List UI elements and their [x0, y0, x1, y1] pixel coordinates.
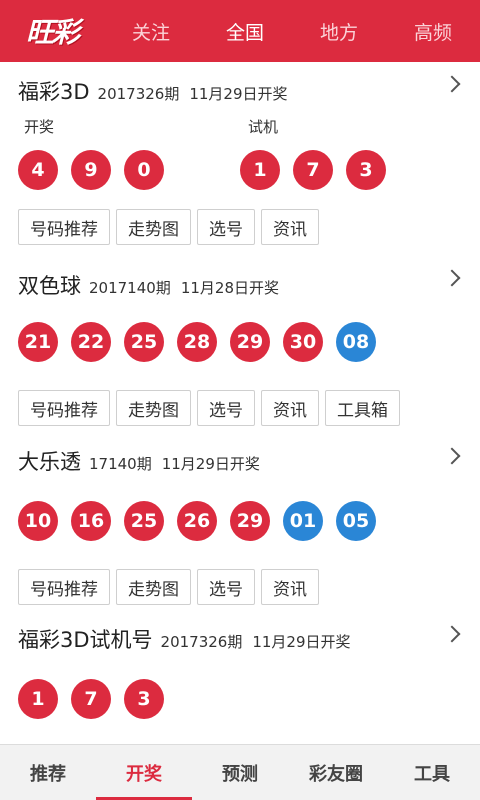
lottery-section-fc3d: 福彩3D 2017326期 11月29日开奖 开奖 试机 4 9 0 1 7 3… [0, 62, 480, 256]
red-ball: 25 [124, 322, 164, 362]
red-ball: 16 [71, 501, 111, 541]
issue-number: 17140期 [89, 455, 152, 473]
red-ball: 1 [18, 679, 58, 719]
chevron-right-icon[interactable] [443, 269, 461, 287]
issue-number: 2017326期 [160, 633, 243, 651]
lottery-name: 福彩3D [18, 80, 90, 104]
bottom-tab-recommend[interactable]: 推荐 [0, 745, 96, 800]
sub-labels: 开奖 试机 [18, 116, 480, 142]
red-ball: 25 [124, 501, 164, 541]
trend-chart-button[interactable]: 走势图 [116, 390, 191, 426]
number-recommend-button[interactable]: 号码推荐 [18, 390, 110, 426]
red-ball: 0 [124, 150, 164, 190]
blue-ball: 08 [336, 322, 376, 362]
section-header[interactable]: 双色球 2017140期 11月28日开奖 [18, 256, 480, 310]
tab-follow[interactable]: 关注 [132, 18, 170, 45]
lottery-name: 双色球 [18, 274, 81, 298]
blue-ball: 05 [336, 501, 376, 541]
action-buttons: 号码推荐 走势图 选号 资讯 [18, 198, 480, 256]
lottery-section-dlt: 大乐透 17140期 11月29日开奖 10 16 25 26 29 01 05… [0, 442, 480, 618]
red-ball: 9 [71, 150, 111, 190]
trial-ball: 3 [346, 150, 386, 190]
lottery-name: 福彩3D试机号 [18, 628, 153, 652]
section-header[interactable]: 福彩3D 2017326期 11月29日开奖 [18, 62, 480, 116]
red-ball: 29 [230, 501, 270, 541]
tab-local[interactable]: 地方 [320, 18, 358, 45]
bottom-tab-community[interactable]: 彩友圈 [288, 745, 384, 800]
news-button[interactable]: 资讯 [261, 209, 319, 245]
red-ball: 22 [71, 322, 111, 362]
draw-date: 11月28日开奖 [180, 279, 279, 297]
action-buttons: 号码推荐 走势图 选号 资讯 [18, 556, 480, 618]
bottom-tab-bar: 推荐 开奖 预测 彩友圈 工具 [0, 744, 480, 800]
trend-chart-button[interactable]: 走势图 [116, 569, 191, 605]
pick-number-button[interactable]: 选号 [197, 209, 255, 245]
bottom-tab-draw[interactable]: 开奖 [96, 745, 192, 800]
action-buttons: 号码推荐 走势图 选号 资讯 工具箱 [18, 374, 480, 442]
chevron-right-icon[interactable] [443, 75, 461, 93]
top-bar: 旺彩 关注 全国 地方 高频 [0, 0, 480, 62]
draw-date: 11月29日开奖 [161, 455, 260, 473]
red-ball: 4 [18, 150, 58, 190]
tab-high-frequency[interactable]: 高频 [414, 18, 452, 45]
blue-ball: 01 [283, 501, 323, 541]
news-button[interactable]: 资讯 [261, 390, 319, 426]
red-ball: 30 [283, 322, 323, 362]
tab-national[interactable]: 全国 [226, 18, 264, 45]
toolbox-button[interactable]: 工具箱 [325, 390, 400, 426]
lottery-section-ssq: 双色球 2017140期 11月28日开奖 21 22 25 28 29 30 … [0, 256, 480, 442]
ball-row: 1 7 3 [18, 664, 480, 734]
red-ball: 28 [177, 322, 217, 362]
bottom-tab-predict[interactable]: 预测 [192, 745, 288, 800]
draw-label: 开奖 [24, 118, 55, 136]
logo-text: 旺彩 [25, 16, 80, 49]
app-logo[interactable]: 旺彩 [10, 11, 94, 51]
red-ball: 21 [18, 322, 58, 362]
ball-row: 10 16 25 26 29 01 05 [18, 486, 480, 556]
draw-date: 11月29日开奖 [252, 633, 351, 651]
draw-date: 11月29日开奖 [189, 85, 288, 103]
red-ball: 10 [18, 501, 58, 541]
chevron-right-icon[interactable] [443, 447, 461, 465]
trial-ball: 1 [240, 150, 280, 190]
red-ball: 3 [124, 679, 164, 719]
lottery-section-fc3d-trial: 福彩3D试机号 2017326期 11月29日开奖 1 7 3 [0, 618, 480, 734]
pick-number-button[interactable]: 选号 [197, 569, 255, 605]
chevron-right-icon[interactable] [443, 625, 461, 643]
issue-number: 2017326期 [97, 85, 180, 103]
trial-ball: 7 [293, 150, 333, 190]
ball-row: 4 9 0 1 7 3 [18, 142, 480, 198]
lottery-name: 大乐透 [18, 450, 81, 474]
bottom-tab-tools[interactable]: 工具 [384, 745, 480, 800]
trend-chart-button[interactable]: 走势图 [116, 209, 191, 245]
red-ball: 29 [230, 322, 270, 362]
number-recommend-button[interactable]: 号码推荐 [18, 569, 110, 605]
issue-number: 2017140期 [89, 279, 171, 297]
red-ball: 7 [71, 679, 111, 719]
pick-number-button[interactable]: 选号 [197, 390, 255, 426]
trial-label: 试机 [248, 118, 279, 136]
number-recommend-button[interactable]: 号码推荐 [18, 209, 110, 245]
section-header[interactable]: 大乐透 17140期 11月29日开奖 [18, 442, 480, 486]
ball-row: 21 22 25 28 29 30 08 [18, 310, 480, 374]
section-header[interactable]: 福彩3D试机号 2017326期 11月29日开奖 [18, 618, 480, 664]
lottery-list[interactable]: 福彩3D 2017326期 11月29日开奖 开奖 试机 4 9 0 1 7 3… [0, 62, 480, 744]
red-ball: 26 [177, 501, 217, 541]
top-nav: 关注 全国 地方 高频 [94, 18, 480, 45]
news-button[interactable]: 资讯 [261, 569, 319, 605]
